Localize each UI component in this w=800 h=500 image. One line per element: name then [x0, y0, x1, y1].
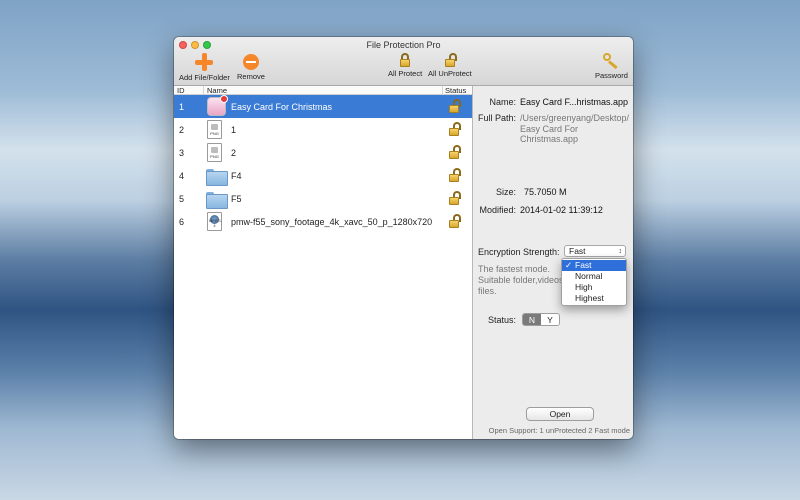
menu-item-label: Highest [575, 293, 604, 303]
unlocked-icon[interactable] [449, 214, 461, 228]
row-id: 2 [179, 125, 185, 135]
unlock-icon [444, 53, 457, 67]
all-unprotect-button[interactable]: All UnProtect [428, 53, 472, 78]
unlocked-icon[interactable] [449, 99, 461, 113]
column-header-id[interactable]: ID [177, 86, 185, 95]
status-label: Status: [487, 315, 516, 325]
select-arrows-icon: ↕ [618, 248, 623, 255]
column-header-name[interactable]: Name [207, 86, 227, 95]
full-path-line2: Easy Card For Christmas.app [520, 124, 579, 144]
add-file-folder-button[interactable]: Add File/Folder [179, 53, 230, 82]
row-name: 1 [231, 125, 237, 135]
encryption-description-line2: Suitable folder,videos a [478, 275, 572, 285]
status-n-button[interactable]: N [523, 314, 541, 325]
window-title: File Protection Pro [366, 40, 441, 50]
encryption-selected-value: Fast [569, 246, 586, 256]
key-icon [603, 53, 619, 70]
main-window: File Protection Pro Add File/Folder Remo… [174, 37, 633, 439]
file-list-panel: ID Name Status 1 Easy Card For Christmas… [174, 86, 473, 439]
unlocked-icon[interactable] [449, 122, 461, 136]
row-name: 2 [231, 148, 237, 158]
open-button[interactable]: Open [526, 407, 594, 421]
titlebar: File Protection Pro Add File/Folder Remo… [174, 37, 633, 86]
all-protect-button[interactable]: All Protect [388, 53, 422, 78]
open-support-footer: Open Support: 1 unProtected 2 Fast mode [488, 426, 630, 435]
encryption-description-line3: files. [478, 286, 497, 296]
video-file-icon: MPEG-4 [207, 212, 222, 231]
table-row[interactable]: 2 PNG 1 [174, 118, 472, 141]
checkmark-icon: ✓ [565, 260, 573, 270]
name-label: Name: [489, 97, 516, 107]
full-path-line1: /Users/greenyang/Desktop/ [520, 113, 630, 123]
menu-item-fast[interactable]: ✓ Fast [562, 260, 626, 271]
table-header: ID Name Status [174, 86, 472, 95]
status-segmented-control: N Y [522, 313, 560, 326]
all-protect-label: All Protect [388, 69, 423, 78]
unlocked-icon[interactable] [449, 191, 461, 205]
app-icon [207, 95, 228, 116]
add-file-folder-label: Add File/Folder [179, 73, 230, 82]
menu-item-highest[interactable]: Highest [562, 293, 626, 304]
size-value: 75.7050 M [524, 187, 567, 197]
row-name: F5 [231, 194, 242, 204]
unlocked-icon[interactable] [449, 168, 461, 182]
row-id: 1 [179, 102, 185, 112]
row-id: 3 [179, 148, 185, 158]
table-row[interactable]: 4 F4 [174, 164, 472, 187]
modified-value: 2014-01-02 11:39:12 [520, 205, 603, 215]
table-row[interactable]: 6 MPEG-4 pmw-f55_sony_footage_4k_xavc_50… [174, 210, 472, 233]
table-row[interactable]: 1 Easy Card For Christmas [174, 95, 472, 118]
plus-icon [195, 53, 214, 71]
password-label: Password [595, 71, 628, 80]
png-file-icon: PNG [207, 120, 222, 139]
column-header-status[interactable]: Status [445, 86, 466, 95]
name-value: Easy Card F...hristmas.app [520, 97, 629, 107]
menu-item-label: High [575, 282, 593, 292]
row-name: F4 [231, 171, 242, 181]
password-button[interactable]: Password [595, 53, 628, 80]
row-id: 5 [179, 194, 185, 204]
menu-item-high[interactable]: High [562, 282, 626, 293]
encryption-strength-select[interactable]: Fast ↕ [564, 245, 626, 257]
encryption-strength-menu: ✓ Fast Normal High Highest [561, 258, 627, 306]
table-row[interactable]: 5 F5 [174, 187, 472, 210]
encryption-description-line1: The fastest mode. [478, 264, 551, 274]
minus-icon [242, 54, 259, 70]
row-id: 4 [179, 171, 185, 181]
lock-icon [400, 53, 411, 67]
unlocked-icon[interactable] [449, 145, 461, 159]
details-panel: Name: Easy Card F...hristmas.app Full Pa… [474, 86, 633, 439]
menu-item-label: Normal [575, 271, 603, 281]
folder-icon [206, 166, 228, 186]
row-name: pmw-f55_sony_footage_4k_xavc_50_p_1280x7… [231, 217, 433, 227]
file-tag: PNG [210, 154, 219, 159]
menu-item-label: Fast [575, 260, 592, 270]
size-label: Size: [495, 187, 516, 197]
row-name: Easy Card For Christmas [231, 102, 333, 112]
remove-label: Remove [237, 72, 265, 81]
row-id: 6 [179, 217, 185, 227]
encryption-strength-label: Encryption Strength: [478, 247, 560, 257]
menu-item-normal[interactable]: Normal [562, 271, 626, 282]
png-file-icon: PNG [207, 143, 222, 162]
full-path-label: Full Path: [477, 113, 516, 123]
remove-button[interactable]: Remove [237, 53, 265, 81]
file-tag: PNG [210, 131, 219, 136]
modified-label: Modified: [479, 205, 516, 215]
table-row[interactable]: 3 PNG 2 [174, 141, 472, 164]
all-unprotect-label: All UnProtect [428, 69, 472, 78]
file-tag: MPEG-4 [209, 218, 223, 228]
status-y-button[interactable]: Y [541, 314, 559, 325]
folder-icon [206, 189, 228, 209]
